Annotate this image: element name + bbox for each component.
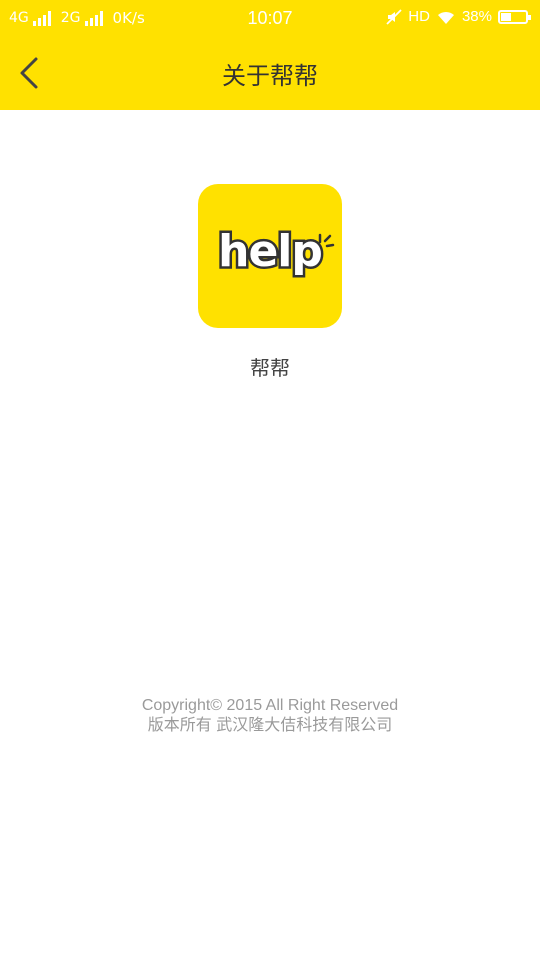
battery-level xyxy=(501,12,511,21)
status-right: HD 38% xyxy=(380,8,531,25)
copyright: Copyright© 2015 All Right Reserved 版本所有 … xyxy=(0,696,540,736)
status-bar: 4G 2G 0K/s 10:07 HD 38% xyxy=(0,0,540,36)
battery-icon xyxy=(498,9,531,24)
page-title: 关于帮帮 xyxy=(222,62,318,90)
mute-icon xyxy=(386,8,402,25)
sparkle-icon xyxy=(318,233,335,248)
title-bar: 关于帮帮 xyxy=(0,36,540,110)
app-logo: help xyxy=(198,184,342,328)
app-name: 帮帮 xyxy=(250,356,290,380)
wifi-icon xyxy=(437,11,454,24)
hd-label: HD xyxy=(408,8,430,25)
copyright-line-1: Copyright© 2015 All Right Reserved xyxy=(141,697,399,714)
battery-percent: 38% xyxy=(461,8,492,25)
copyright-line-2: 版本所有 武汉隆大佶科技有限公司 xyxy=(147,717,393,734)
